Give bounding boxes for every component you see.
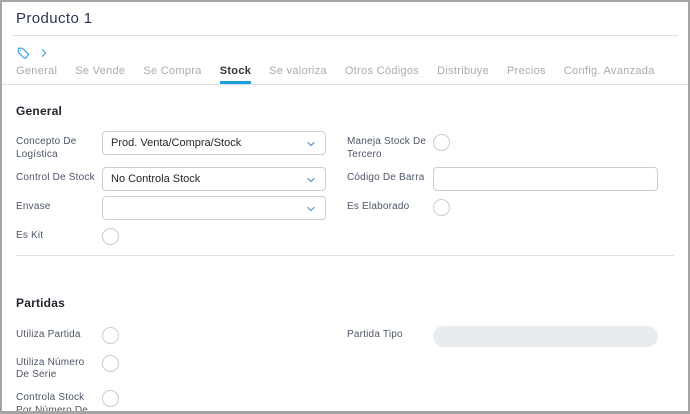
chevron-right-icon[interactable] <box>39 47 49 59</box>
es-kit-label: Es Kit <box>16 229 44 241</box>
tab-otros-codigos[interactable]: Otros Códigos <box>345 65 419 84</box>
tab-precios[interactable]: Precios <box>507 65 546 84</box>
section-divider <box>16 254 674 256</box>
form-row: Utiliza Número De Serie <box>16 352 674 383</box>
chevron-down-icon <box>305 138 317 153</box>
envase-label: Envase <box>16 200 51 212</box>
form-row: Es Kit <box>16 225 674 245</box>
form-row: Concepto De Logística Prod. Venta/Compra… <box>16 131 674 162</box>
partida-tipo-input-disabled <box>433 325 658 347</box>
maneja-stock-tercero-label: Maneja Stock De Tercero <box>347 136 427 160</box>
form-row: Control De Stock No Controla Stock Códig… <box>16 166 674 191</box>
tab-config-avanzada[interactable]: Config. Avanzada <box>564 65 655 84</box>
control-de-stock-value: No Controla Stock <box>111 172 201 185</box>
form-row: Utiliza Partida Partida Tipo <box>16 324 674 347</box>
utiliza-numero-serie-label: Utiliza Número De Serie <box>16 356 85 381</box>
codigo-de-barra-input[interactable] <box>433 166 658 191</box>
es-elaborado-toggle[interactable] <box>433 198 450 216</box>
control-de-stock-label: Control De Stock <box>16 171 95 183</box>
tab-bar: General Se Vende Se Compra Stock Se valo… <box>2 62 688 85</box>
codigo-de-barra-label: Código De Barra <box>347 171 425 183</box>
product-window: Producto 1 General Se Vende Se Compra St… <box>0 0 690 414</box>
titlebar: Producto 1 <box>2 2 688 35</box>
es-kit-toggle[interactable] <box>102 227 119 245</box>
partida-tipo-label: Partida Tipo <box>347 328 403 340</box>
concepto-logistica-label: Concepto De Logística <box>16 136 77 160</box>
tab-se-vende[interactable]: Se Vende <box>75 65 125 84</box>
control-de-stock-select[interactable]: No Controla Stock <box>102 166 326 191</box>
tag-icon[interactable] <box>16 46 30 60</box>
toolbar <box>2 36 688 62</box>
controla-stock-serie-label: Controla Stock Por Número De Serie <box>16 392 89 414</box>
controla-stock-serie-toggle[interactable] <box>102 390 119 408</box>
tab-se-valoriza[interactable]: Se valoriza <box>269 65 327 84</box>
page-title: Producto 1 <box>16 10 93 27</box>
tab-stock[interactable]: Stock <box>219 65 252 84</box>
utiliza-partida-label: Utiliza Partida <box>16 328 81 340</box>
chevron-down-icon <box>305 174 317 189</box>
maneja-stock-tercero-toggle[interactable] <box>433 134 450 151</box>
concepto-logistica-value: Prod. Venta/Compra/Stock <box>111 137 242 149</box>
utiliza-partida-toggle[interactable] <box>102 326 119 344</box>
envase-select[interactable] <box>102 195 326 220</box>
form-row: Envase Es Elaborado <box>16 195 674 220</box>
stock-tab-panel: General Concepto De Logística Prod. Vent… <box>2 104 688 414</box>
form-row: Controla Stock Por Número De Serie <box>16 387 674 414</box>
es-elaborado-label: Es Elaborado <box>347 200 410 212</box>
concepto-logistica-select[interactable]: Prod. Venta/Compra/Stock <box>102 131 326 155</box>
tab-se-compra[interactable]: Se Compra <box>143 65 201 84</box>
chevron-down-icon <box>305 203 317 218</box>
section-title-partidas: Partidas <box>16 295 65 310</box>
tab-general[interactable]: General <box>16 65 57 84</box>
section-title-general: General <box>16 104 63 118</box>
utiliza-numero-serie-toggle[interactable] <box>102 354 119 372</box>
tab-distribuye[interactable]: Distribuye <box>437 65 489 84</box>
